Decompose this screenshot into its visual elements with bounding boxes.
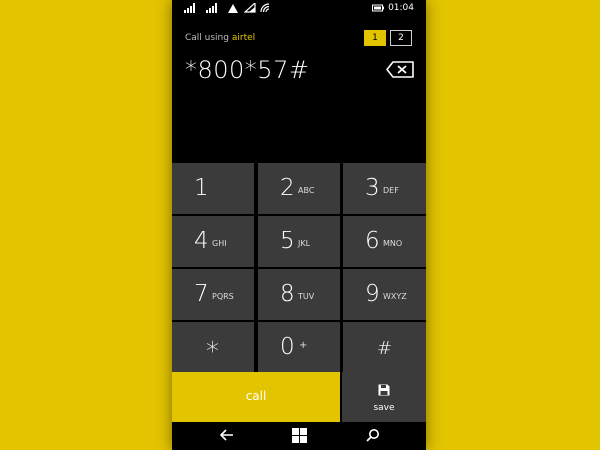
search-icon[interactable] — [366, 428, 380, 442]
save-button[interactable]: save — [342, 372, 426, 422]
wifi-icon — [244, 3, 256, 13]
dialed-number[interactable]: *800*57# — [185, 56, 309, 84]
wireless-icon — [260, 3, 270, 13]
key-1[interactable]: 1 — [172, 163, 254, 214]
windows-start-icon[interactable] — [292, 428, 307, 443]
save-button-label: save — [373, 403, 395, 413]
signal-2-icon — [206, 3, 217, 13]
sim-1-button[interactable]: 1 — [364, 30, 386, 46]
key-digit: 3 — [365, 175, 380, 201]
key-5[interactable]: 5 JKL — [258, 216, 340, 267]
key-letters: GHI — [212, 239, 227, 248]
key-digit: 8 — [280, 281, 295, 307]
key-digit: 4 — [194, 228, 209, 254]
key-9[interactable]: 9 WXYZ — [343, 269, 426, 320]
key-digit: 0 — [280, 334, 295, 360]
call-button-label: call — [245, 389, 267, 403]
key-digit: 6 — [365, 228, 380, 254]
key-6[interactable]: 6 MNO — [343, 216, 426, 267]
key-letters: WXYZ — [383, 292, 407, 301]
call-using-text: Call using — [185, 33, 229, 43]
sim-2-button[interactable]: 2 — [390, 30, 412, 46]
wifi-triangle-icon — [228, 4, 238, 13]
key-0[interactable]: 0 + — [258, 322, 340, 373]
carrier-name: airtel — [231, 33, 256, 43]
key-hash[interactable]: # — [343, 322, 426, 373]
backspace-icon[interactable] — [386, 61, 414, 78]
status-bar: 01:04 — [172, 0, 426, 18]
key-digit: 7 — [194, 281, 209, 307]
phone-screen: 01:04 Call using airtel 1 2 *800*57# 1 2… — [172, 0, 426, 450]
key-3[interactable]: 3 DEF — [343, 163, 426, 214]
key-digit: # — [377, 338, 393, 359]
key-digit: 5 — [280, 228, 295, 254]
key-letters: DEF — [383, 186, 399, 195]
key-digit: 1 — [194, 175, 209, 201]
key-letters: ABC — [298, 186, 315, 195]
key-letters: JKL — [298, 239, 311, 248]
key-7[interactable]: 7 PQRS — [172, 269, 254, 320]
back-arrow-icon[interactable] — [220, 428, 234, 442]
key-2[interactable]: 2 ABC — [258, 163, 340, 214]
call-using-label: Call using airtel — [185, 33, 255, 43]
key-digit: * — [206, 337, 219, 367]
key-letters: PQRS — [212, 292, 234, 301]
battery-icon — [372, 4, 384, 12]
key-digit: 9 — [365, 281, 380, 307]
navigation-bar — [172, 422, 426, 450]
clock: 01:04 — [388, 3, 414, 13]
key-4[interactable]: 4 GHI — [172, 216, 254, 267]
key-letters: TUV — [298, 292, 315, 301]
floppy-disk-icon — [378, 384, 390, 396]
call-button[interactable]: call — [172, 372, 340, 422]
key-8[interactable]: 8 TUV — [258, 269, 340, 320]
key-letters: MNO — [383, 239, 403, 248]
key-digit: 2 — [280, 175, 295, 201]
signal-1-icon — [184, 3, 195, 13]
key-letters: + — [299, 340, 308, 351]
key-star[interactable]: * — [172, 322, 254, 373]
